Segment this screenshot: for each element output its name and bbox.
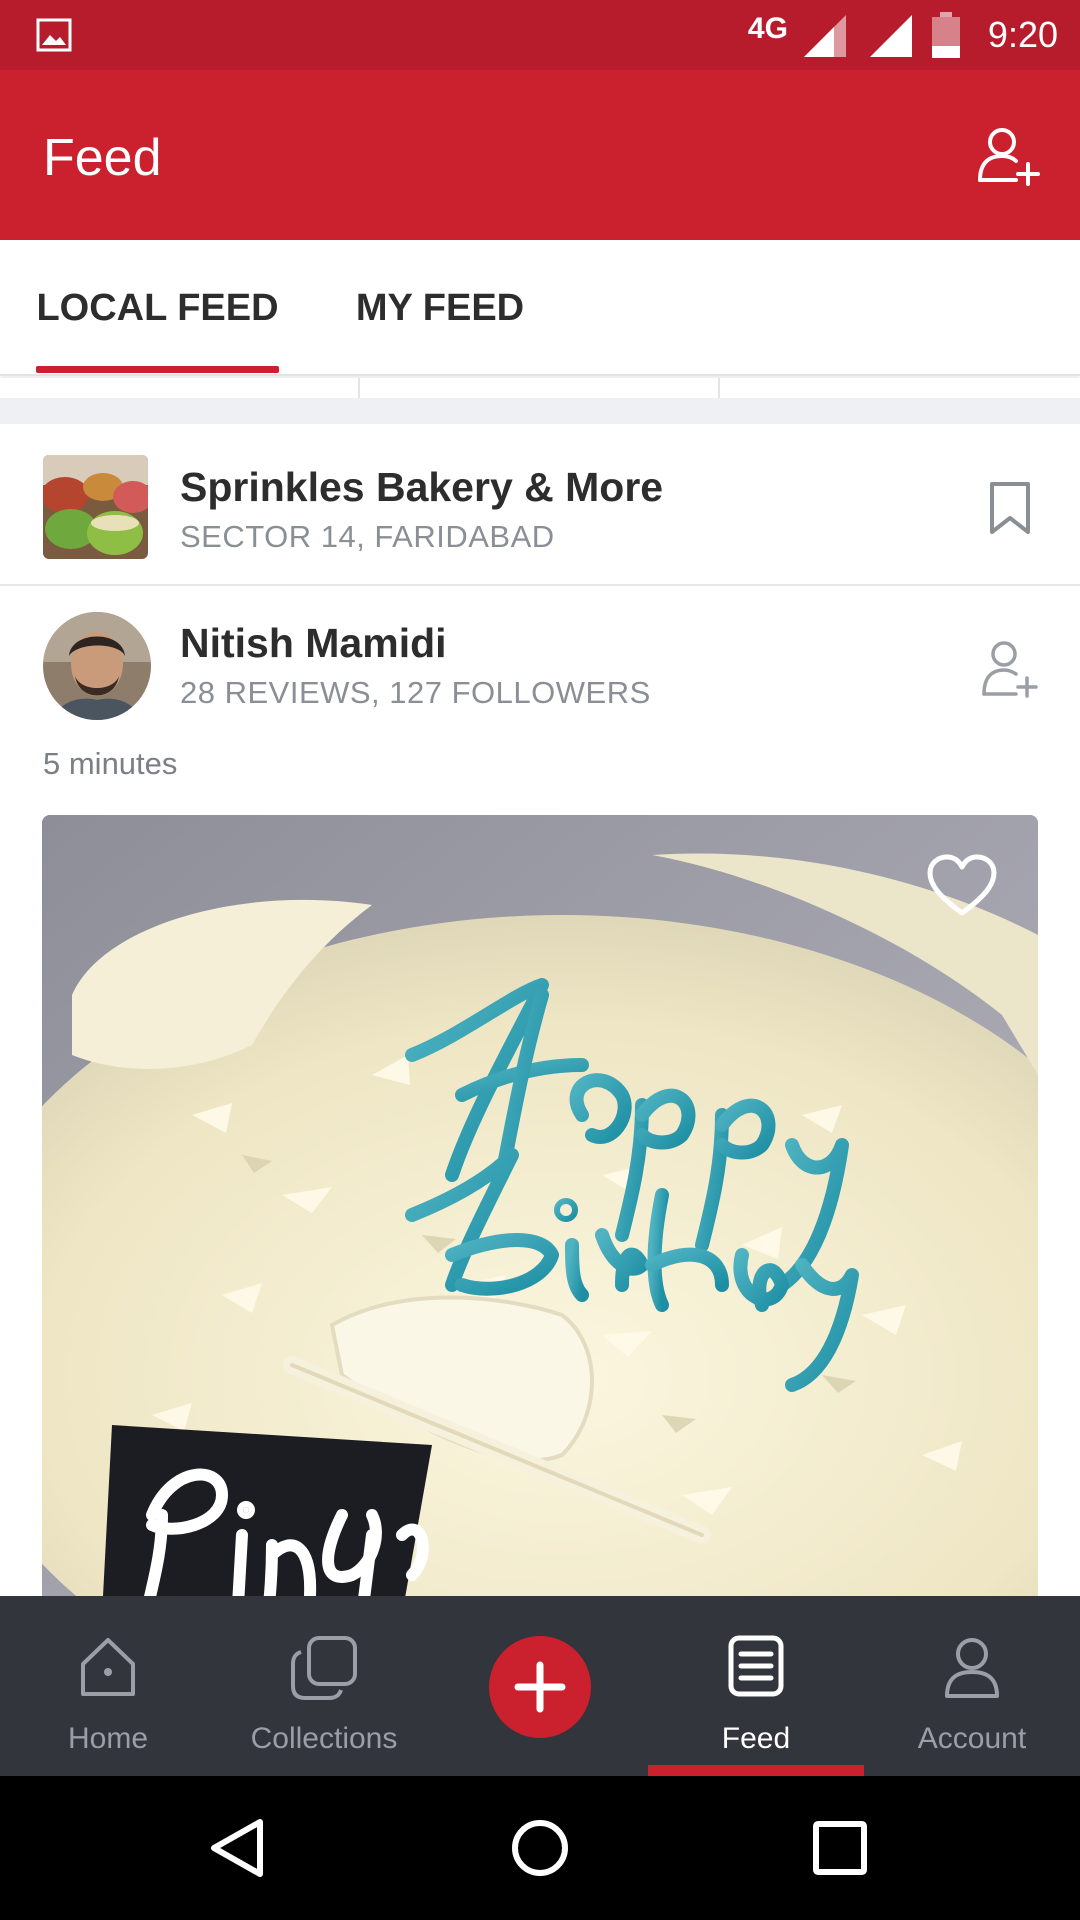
- heart-icon[interactable]: [926, 853, 998, 919]
- home-icon: [81, 1638, 135, 1696]
- nav-collections-label: Collections: [250, 1722, 398, 1755]
- signal-strength-icon: [869, 15, 912, 57]
- account-icon: [945, 1638, 999, 1698]
- restaurant-thumbnail[interactable]: [43, 455, 148, 559]
- restaurant-location: SECTOR 14, FARIDABAD: [180, 519, 555, 554]
- bookmark-icon[interactable]: [988, 480, 1032, 536]
- back-icon[interactable]: [198, 1806, 282, 1890]
- nav-feed[interactable]: Feed: [648, 1596, 864, 1776]
- feed-icon: [728, 1635, 784, 1697]
- app-bar: Feed: [0, 70, 1080, 240]
- plus-icon: [514, 1661, 566, 1713]
- post-photo[interactable]: [42, 815, 1038, 1615]
- nav-home-label: Home: [67, 1722, 149, 1755]
- image-icon: [36, 18, 72, 52]
- status-bar: 4G 9:20: [0, 0, 1080, 70]
- restaurant-name[interactable]: Sprinkles Bakery & More: [180, 464, 663, 511]
- follow-user-icon[interactable]: [980, 638, 1038, 700]
- tab-local-feed[interactable]: LOCAL FEED: [36, 240, 279, 376]
- tab-indicator: [36, 366, 279, 373]
- signal-icon: [803, 15, 846, 57]
- nav-account[interactable]: Account: [864, 1596, 1080, 1776]
- status-time: 9:20: [987, 14, 1058, 55]
- tab-my-feed[interactable]: MY FEED: [340, 240, 540, 376]
- filter-strip: [0, 378, 1080, 398]
- nav-home[interactable]: Home: [0, 1596, 216, 1776]
- battery-icon: [931, 12, 960, 58]
- collections-icon: [291, 1636, 357, 1700]
- feed-tabs: LOCAL FEED MY FEED: [0, 240, 1080, 376]
- network-type: 4G: [747, 12, 788, 45]
- user-name[interactable]: Nitish Mamidi: [180, 620, 447, 667]
- nav-active-indicator: [648, 1765, 864, 1776]
- section-divider: [0, 398, 1080, 424]
- avatar[interactable]: [43, 612, 151, 720]
- nav-feed-label: Feed: [721, 1722, 791, 1755]
- add-user-icon[interactable]: [976, 124, 1040, 188]
- post-time: 5 minutes: [43, 746, 178, 781]
- nav-account-label: Account: [917, 1722, 1027, 1755]
- nav-collections[interactable]: Collections: [216, 1596, 432, 1776]
- add-post-button[interactable]: [489, 1636, 591, 1738]
- recents-icon[interactable]: [798, 1806, 882, 1890]
- cake-photo: [42, 815, 1038, 1615]
- post-author-row: Nitish Mamidi 28 REVIEWS, 127 FOLLOWERS …: [0, 588, 1080, 808]
- system-navigation-bar: [0, 1776, 1080, 1920]
- page-title: Feed: [43, 129, 162, 187]
- home-circle-icon[interactable]: [498, 1806, 582, 1890]
- user-stats: 28 REVIEWS, 127 FOLLOWERS: [180, 675, 651, 710]
- restaurant-row[interactable]: Sprinkles Bakery & More SECTOR 14, FARID…: [0, 424, 1080, 586]
